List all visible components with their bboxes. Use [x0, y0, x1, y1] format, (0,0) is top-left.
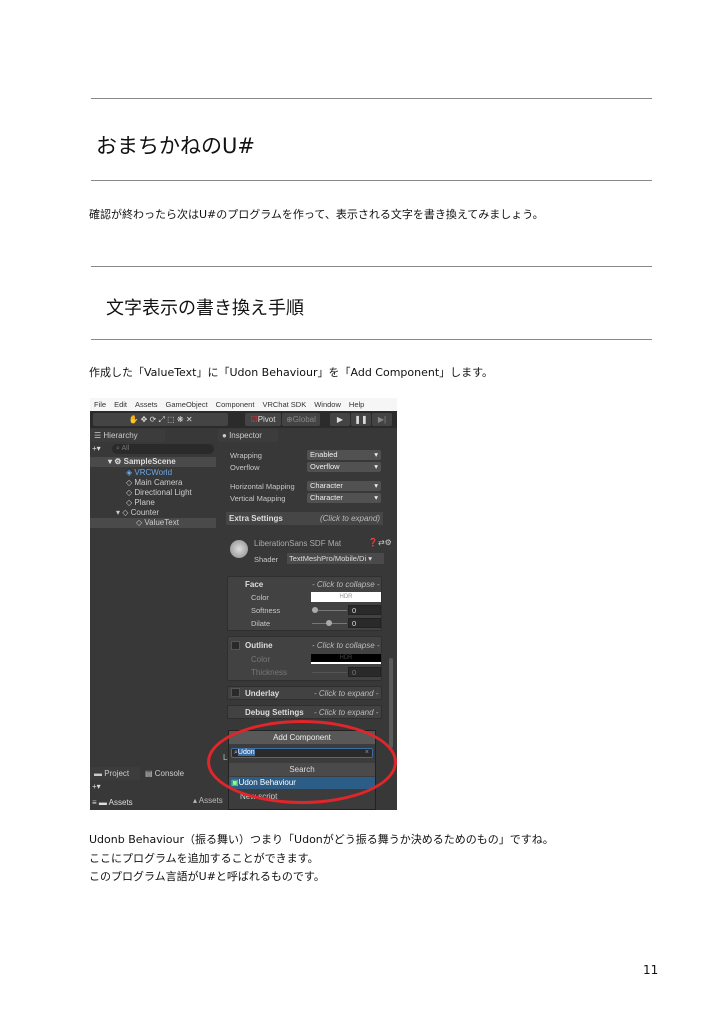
- horizontal-mapping-label: Horizontal Mapping: [230, 482, 295, 491]
- menu-edit[interactable]: Edit: [114, 400, 127, 409]
- intro-text: 確認が終わったら次はU#のプログラムを作って、表示される文字を書き換えてみましょ…: [89, 208, 544, 221]
- toolbar: ✋ ✥ ⟳ ⤢ ⬚ ❋ ✕ ☑Pivot ⊕Global ▶ ❚❚ ▶|: [90, 411, 397, 428]
- hierarchy-item[interactable]: ◇ Main Camera: [126, 478, 182, 487]
- hierarchy-item[interactable]: ▾ ◇ Counter: [116, 508, 159, 517]
- shader-label: Shader: [254, 555, 279, 564]
- section-title: おまちかねのU#: [96, 134, 255, 158]
- hierarchy-item[interactable]: ◇ Plane: [126, 498, 155, 507]
- debug-header[interactable]: Debug Settings: [245, 708, 304, 717]
- outline-collapse-hint[interactable]: - Click to collapse -: [312, 641, 380, 650]
- face-color-label: Color: [251, 593, 269, 602]
- hierarchy-item[interactable]: ▾ ⚙ SampleScene: [90, 457, 216, 467]
- underlay-checkbox[interactable]: [231, 688, 240, 697]
- pause-icon[interactable]: ❚❚: [351, 413, 371, 426]
- menu-help[interactable]: Help: [349, 400, 364, 409]
- transform-tools[interactable]: ✋ ✥ ⟳ ⤢ ⬚ ❋ ✕: [93, 413, 228, 426]
- hierarchy-item[interactable]: ◈ VRCWorld: [126, 468, 172, 477]
- thickness-label: Thickness: [251, 668, 288, 677]
- unity-screenshot: File Edit Assets GameObject Component VRChat …: [90, 398, 397, 810]
- softness-field[interactable]: 0: [348, 605, 381, 615]
- overflow-dropdown[interactable]: Overflow: [307, 462, 381, 472]
- underlay-expand-hint[interactable]: - Click to expand -: [314, 689, 378, 698]
- material-name: LiberationSans SDF Mat: [254, 539, 342, 548]
- hierarchy-panel: ☰ Hierarchy +▾ ⌕ All ▾ ⚙ SampleScene ◈ V…: [90, 429, 216, 765]
- debug-expand-hint[interactable]: - Click to expand -: [314, 708, 378, 717]
- pivot-button[interactable]: ☑Pivot: [245, 413, 281, 426]
- menu-bar: File Edit Assets GameObject Component VRChat …: [90, 398, 397, 411]
- shader-dropdown[interactable]: TextMeshPro/Mobile/Di ▾: [287, 553, 384, 564]
- underlay-header[interactable]: Underlay: [245, 689, 279, 698]
- wrapping-label: Wrapping: [230, 451, 262, 460]
- hierarchy-item-selected[interactable]: ◇ ValueText: [90, 518, 216, 528]
- outline-checkbox[interactable]: [231, 641, 240, 650]
- divider: [91, 266, 652, 267]
- outline-color-field[interactable]: HDR: [311, 654, 381, 664]
- vertical-mapping-dropdown[interactable]: Character: [307, 493, 381, 503]
- face-color-field[interactable]: HDR: [311, 592, 381, 602]
- menu-vrchat-sdk[interactable]: VRChat SDK: [262, 400, 306, 409]
- play-icon[interactable]: ▶: [330, 413, 350, 426]
- tab-hierarchy[interactable]: ☰ Hierarchy: [90, 429, 165, 442]
- thickness-field[interactable]: 0: [348, 667, 381, 677]
- menu-component[interactable]: Component: [216, 400, 255, 409]
- step-icon[interactable]: ▶|: [372, 413, 392, 426]
- page-number: 11: [643, 963, 659, 977]
- divider: [91, 339, 652, 340]
- divider: [91, 98, 652, 99]
- paragraph: Udonb Behaviour（振る舞い）つまり「Udonがどう振る舞うか決める…: [89, 833, 554, 846]
- outline-color-label: Color: [251, 655, 271, 664]
- material-settings-icon[interactable]: ❓⇄⚙: [368, 538, 392, 547]
- thickness-slider[interactable]: [312, 672, 347, 673]
- divider: [91, 180, 652, 181]
- paragraph: このプログラム言語がU#と呼ばれるものです。: [89, 870, 325, 883]
- vertical-mapping-label: Vertical Mapping: [230, 494, 286, 503]
- menu-file[interactable]: File: [94, 400, 106, 409]
- global-button[interactable]: ⊕Global: [282, 413, 320, 426]
- inspector-scrollbar[interactable]: [389, 658, 393, 748]
- menu-window[interactable]: Window: [314, 400, 341, 409]
- section-heading: 文字表示の書き換え手順: [106, 298, 304, 319]
- hierarchy-item[interactable]: ◇ Directional Light: [126, 488, 192, 497]
- material-preview-icon: [230, 540, 248, 558]
- assets-breadcrumb[interactable]: ▴ Assets: [193, 796, 223, 805]
- face-header[interactable]: Face: [245, 580, 263, 589]
- add-icon[interactable]: +▾: [92, 444, 101, 453]
- overflow-label: Overflow: [230, 463, 260, 472]
- hierarchy-search-input[interactable]: ⌕ All: [112, 444, 214, 454]
- tab-inspector[interactable]: ● Inspector: [218, 429, 278, 442]
- highlight-ellipse: [207, 720, 397, 804]
- dilate-label: Dilate: [251, 619, 271, 628]
- tab-console[interactable]: ▤ Console: [145, 769, 184, 778]
- dilate-slider-handle[interactable]: [326, 620, 332, 626]
- project-add-icon[interactable]: +▾: [92, 782, 101, 791]
- tab-project[interactable]: ▬ Project: [90, 767, 140, 780]
- menu-assets[interactable]: Assets: [135, 400, 158, 409]
- dilate-field[interactable]: 0: [348, 618, 381, 628]
- horizontal-mapping-dropdown[interactable]: Character: [307, 481, 381, 491]
- paragraph: ここにプログラムを追加することができます。: [89, 852, 319, 865]
- softness-slider-handle[interactable]: [312, 607, 318, 613]
- menu-gameobject[interactable]: GameObject: [166, 400, 208, 409]
- assets-folder[interactable]: ≡ ▬ Assets: [92, 798, 133, 808]
- wrapping-dropdown[interactable]: Enabled: [307, 450, 381, 460]
- face-collapse-hint[interactable]: - Click to collapse -: [312, 580, 380, 589]
- softness-label: Softness: [251, 606, 281, 615]
- outline-header[interactable]: Outline: [245, 641, 273, 650]
- extra-settings-foldout[interactable]: Extra Settings (Click to expand): [226, 512, 383, 525]
- instruction-text: 作成した「ValueText」に「Udon Behaviour」を「Add Co…: [89, 366, 494, 379]
